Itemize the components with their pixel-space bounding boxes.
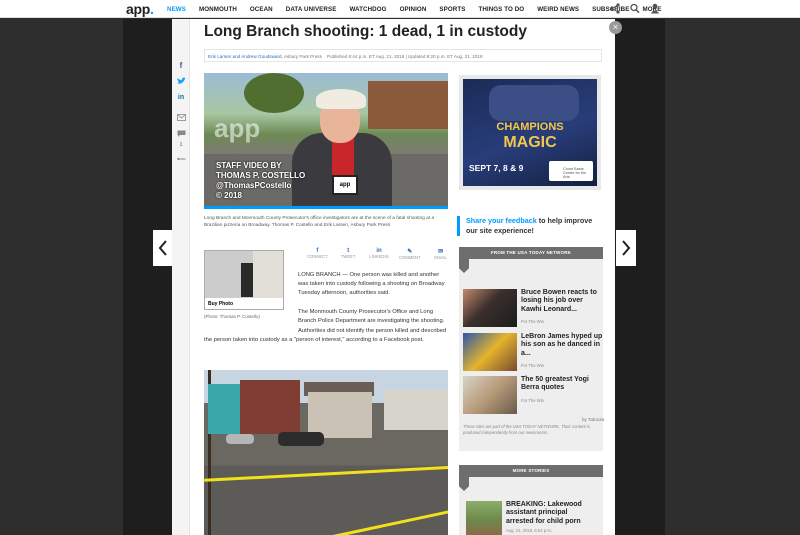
nav-item-sports[interactable]: SPORTS [439, 6, 465, 13]
share-icon[interactable] [610, 3, 620, 14]
nav-item-opinion[interactable]: OPINION [400, 6, 427, 13]
share-email-button[interactable]: ✉ EMAIL [425, 248, 456, 264]
story-source: For The Win [521, 319, 544, 324]
overlay-right [615, 19, 665, 535]
share-twitter-button[interactable]: t TWEET [333, 248, 364, 264]
share-facebook-button[interactable]: f CONNECT [302, 248, 333, 264]
feedback-link[interactable]: Share your feedback [466, 216, 537, 225]
site-logo[interactable]: app. [126, 1, 154, 17]
article-overlay: f in 1 Long Branch shooting: 1 dead, 1 i… [172, 19, 615, 535]
nav-item-things-to-do[interactable]: THINGS TO DO [478, 6, 524, 13]
article-paragraph: LONG BRANCH — One person was killed and … [298, 272, 445, 297]
article-paragraph: Authorities did not identify the person … [204, 328, 447, 344]
story-source: For The Win [521, 398, 544, 403]
next-article-button[interactable] [616, 230, 636, 266]
video-caption: Long Branch and Monmouth County Prosecut… [204, 216, 435, 228]
nav-item-weird-news[interactable]: WEIRD NEWS [537, 6, 579, 13]
feedback-prompt: Share your feedback to help improve our … [457, 216, 603, 236]
network-story[interactable]: The 50 greatest Yogi Berra quotes For Th… [463, 376, 603, 416]
article-headline: Long Branch shooting: 1 dead, 1 in custo… [204, 23, 527, 40]
network-story[interactable]: Bruce Bowen reacts to losing his job ove… [463, 289, 603, 329]
page-backdrop-left [0, 19, 123, 535]
ad-performers-image [489, 85, 579, 121]
byline-source: , Asbury Park Press [281, 54, 322, 59]
close-icon: × [612, 22, 619, 32]
nav-menu: NEWS MONMOUTH OCEAN DATA UNIVERSE WATCHD… [167, 0, 674, 18]
nav-item-watchdog[interactable]: WATCHDOG [349, 6, 386, 13]
comment-count: 1 [179, 142, 183, 148]
share-linkedin-button[interactable]: in LINKEDIN [364, 248, 395, 264]
story-thumbnail [463, 289, 517, 327]
nav-item-data-universe[interactable]: DATA UNIVERSE [286, 6, 337, 13]
ad-title-line2: MAGIC [503, 134, 557, 151]
story-date: Aug. 21, 2018, 6:04 p.m. [506, 528, 552, 533]
more-stories-heading: MORE STORIES [459, 465, 603, 477]
story-thumbnail [463, 333, 517, 371]
overlay-left [123, 19, 172, 535]
story-thumbnail [463, 376, 517, 414]
more-icon[interactable] [175, 153, 187, 165]
facebook-icon[interactable]: f [175, 59, 187, 71]
more-story[interactable]: BREAKING: Lakewood assistant principal a… [466, 501, 606, 535]
story-title: LeBron James hyped up his son as he danc… [521, 333, 603, 357]
video-watermark: app [214, 113, 261, 143]
story-source: For The Win [521, 363, 544, 368]
microphone-flag: app [332, 175, 358, 195]
chevron-left-icon [158, 240, 167, 256]
story-thumbnail [466, 501, 502, 535]
byline: Erik Larsen and Andrew Goudsward, Asbury… [204, 49, 602, 62]
photo-credit: (Photo: Thomas P. Costello) [204, 314, 260, 319]
video-progress-bar[interactable] [204, 206, 448, 209]
nav-item-monmouth[interactable]: MONMOUTH [199, 6, 237, 13]
previous-article-button[interactable] [153, 230, 173, 266]
share-rail: f in 1 [172, 19, 190, 535]
article-paragraph: The Monmouth County Prosecutor's Office … [298, 309, 445, 325]
buy-photo-button[interactable]: Buy Photo [205, 298, 283, 309]
close-button[interactable]: × [609, 21, 622, 34]
nav-item-ocean[interactable]: OCEAN [250, 6, 273, 13]
nav-item-news[interactable]: NEWS [167, 6, 186, 13]
email-icon[interactable] [175, 111, 187, 123]
article-photo-thumb[interactable]: Buy Photo [204, 250, 284, 310]
ad-date: SEPT 7, 8 & 9 [469, 163, 524, 173]
ad-title-line1: CHAMPIONS [496, 121, 564, 133]
advertisement[interactable]: CHAMPIONS MAGIC SEPT 7, 8 & 9 Count Basi… [459, 75, 601, 190]
story-title: BREAKING: Lakewood assistant principal a… [506, 501, 582, 525]
page-backdrop-right [665, 19, 800, 535]
story-title: Bruce Bowen reacts to losing his job ove… [521, 289, 597, 313]
video-player[interactable]: app app STAFF VIDEO BY THOMAS P. COSTELL… [204, 73, 448, 209]
user-icon[interactable] [650, 3, 660, 14]
article-photo[interactable] [204, 370, 448, 535]
share-bar: f CONNECT t TWEET in LINKEDIN ✎ COMMENT ✉ EMA… [302, 248, 456, 264]
taboola-credit[interactable]: by Taboola [582, 417, 604, 422]
story-title: The 50 greatest Yogi Berra quotes [521, 376, 589, 392]
network-story[interactable]: LeBron James hyped up his son as he danc… [463, 333, 603, 373]
ad-venue: Count Basie Center for the Arts [549, 161, 593, 181]
top-nav: app. NEWS MONMOUTH OCEAN DATA UNIVERSE W… [0, 0, 800, 18]
share-comment-button[interactable]: ✎ COMMENT [394, 248, 425, 264]
network-heading: FROM THE USA TODAY NETWORK [459, 247, 603, 259]
publish-date: Published 6:44 p.m. ET Aug. 21, 2018 | U… [327, 54, 483, 59]
video-credit: STAFF VIDEO BY THOMAS P. COSTELLO @Thoma… [216, 161, 306, 200]
network-disclaimer: These sites are part of the USA TODAY NE… [463, 424, 590, 435]
twitter-icon[interactable] [175, 75, 187, 87]
search-icon[interactable] [630, 3, 640, 14]
author-link[interactable]: Erik Larsen and Andrew Goudsward [208, 54, 282, 59]
chevron-right-icon [622, 240, 631, 256]
linkedin-icon[interactable]: in [175, 91, 187, 103]
